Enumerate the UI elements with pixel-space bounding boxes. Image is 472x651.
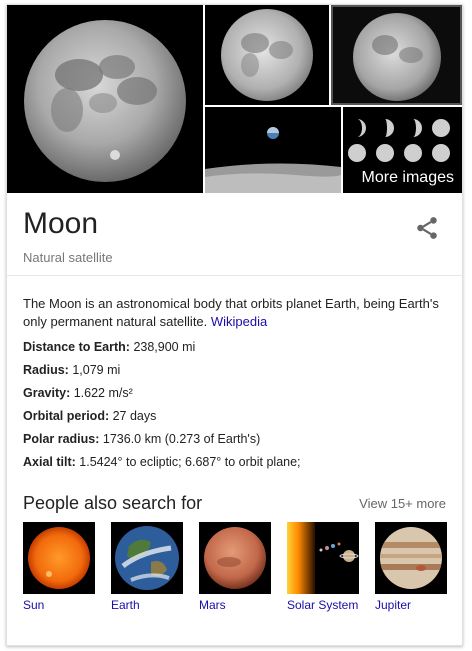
fact-axial-tilt: Axial tilt: 1.5424° to ecliptic; 6.687° … <box>23 451 453 474</box>
fact-radius: Radius: 1,079 mi <box>23 359 453 382</box>
fact-orbital-period: Orbital period: 27 days <box>23 405 453 428</box>
fact-gravity: Gravity: 1.622 m/s² <box>23 382 453 405</box>
fact-distance: Distance to Earth: 238,900 mi <box>23 336 453 359</box>
fact-polar-radius: Polar radius: 1736.0 km (0.273 of Earth'… <box>23 428 453 451</box>
sun-thumbnail[interactable] <box>23 522 95 594</box>
related-entity-earth[interactable]: Earth <box>111 522 183 612</box>
knowledge-panel: More images Moon Natural satellite The M… <box>6 4 463 646</box>
entity-title: Moon <box>23 207 99 240</box>
facts-list: Distance to Earth: 238,900 mi Radius: 1,… <box>23 336 453 474</box>
related-entity-label[interactable]: Jupiter <box>375 598 447 612</box>
entity-subtitle: Natural satellite <box>23 250 113 265</box>
earthrise-image[interactable] <box>205 107 341 193</box>
fact-value: 238,900 mi <box>129 340 196 354</box>
fact-label: Radius: <box>23 363 69 377</box>
entity-description: The Moon is an astronomical body that or… <box>23 295 448 331</box>
related-entity-solar-system[interactable]: Solar System <box>287 522 359 612</box>
more-images-label[interactable]: More images <box>362 169 454 187</box>
wikipedia-link[interactable]: Wikipedia <box>211 314 267 329</box>
fact-value: 1.5424° to ecliptic; 6.687° to orbit pla… <box>75 455 301 469</box>
fact-label: Distance to Earth: <box>23 340 130 354</box>
related-entity-label[interactable]: Earth <box>111 598 183 612</box>
fact-label: Gravity: <box>23 386 71 400</box>
fact-label: Polar radius: <box>23 432 100 446</box>
moon-image-3[interactable] <box>331 5 462 105</box>
fact-value: 1736.0 km (0.273 of Earth's) <box>99 432 261 446</box>
earth-thumbnail[interactable] <box>111 522 183 594</box>
moon-phases-image[interactable]: More images <box>343 107 462 193</box>
people-also-search-title: People also search for <box>23 493 203 513</box>
fact-value: 1,079 mi <box>68 363 121 377</box>
mars-thumbnail[interactable] <box>199 522 271 594</box>
related-entity-jupiter[interactable]: Jupiter <box>375 522 447 612</box>
related-entity-label[interactable]: Mars <box>199 598 271 612</box>
image-collage: More images <box>7 5 462 193</box>
entity-header: Moon Natural satellite <box>7 193 462 276</box>
related-entity-sun[interactable]: Sun <box>23 522 95 612</box>
related-entity-label[interactable]: Sun <box>23 598 95 612</box>
related-entity-label[interactable]: Solar System <box>287 598 359 612</box>
fact-value: 27 days <box>109 409 157 423</box>
moon-main-image[interactable] <box>7 5 203 193</box>
share-icon[interactable] <box>414 215 440 241</box>
jupiter-thumbnail[interactable] <box>375 522 447 594</box>
fact-label: Axial tilt: <box>23 455 76 469</box>
fact-value: 1.622 m/s² <box>70 386 133 400</box>
related-entity-mars[interactable]: Mars <box>199 522 271 612</box>
fact-label: Orbital period: <box>23 409 110 423</box>
view-more-link[interactable]: View 15+ more <box>359 496 446 511</box>
moon-image-2[interactable] <box>205 5 329 105</box>
solar-system-thumbnail[interactable] <box>287 522 359 594</box>
